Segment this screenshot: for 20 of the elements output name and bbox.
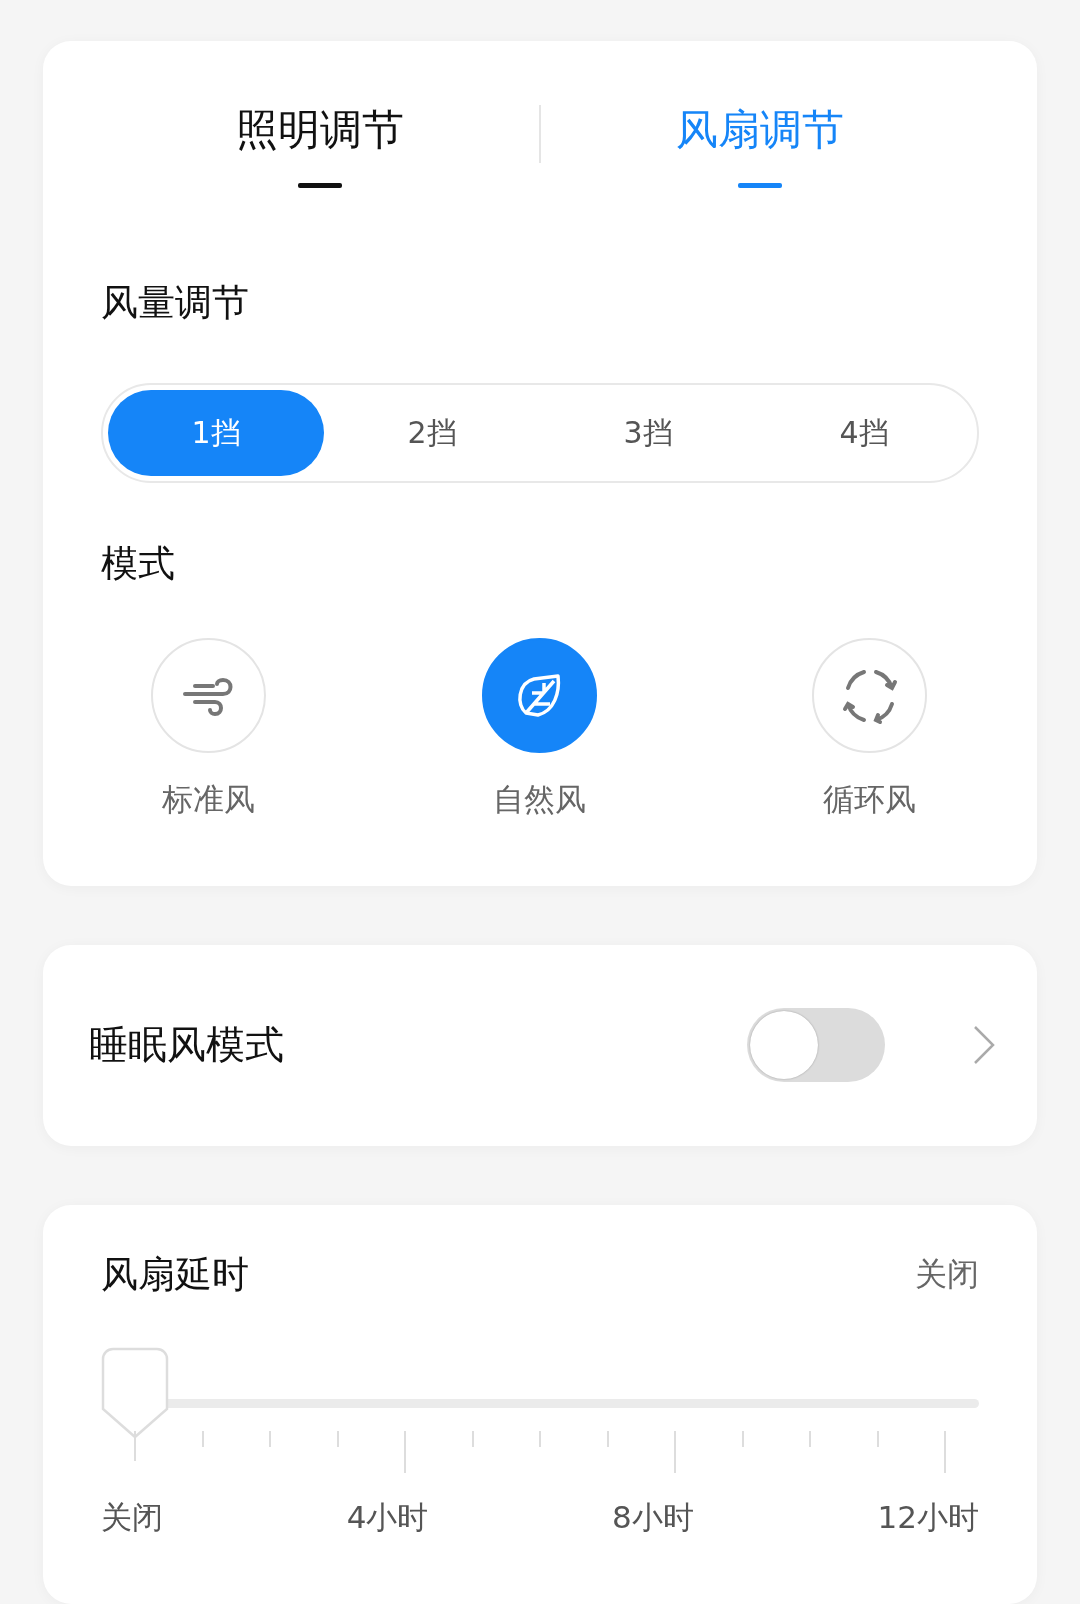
section-title: 风量调节 bbox=[101, 284, 250, 321]
section-title: 风扇延时 bbox=[101, 1256, 249, 1293]
slider-label: 关闭 bbox=[101, 1497, 163, 1537]
delay-value: 关闭 bbox=[915, 1253, 979, 1295]
speed-option[interactable]: 1挡 bbox=[108, 390, 324, 476]
setting-label: 睡眠风模式 bbox=[89, 1021, 285, 1070]
tab[interactable]: 风扇调节 bbox=[541, 79, 979, 188]
mode-label: 标准风 bbox=[162, 780, 255, 819]
mode-label: 自然风 bbox=[492, 780, 586, 819]
slider-handle[interactable] bbox=[101, 1346, 169, 1439]
chevron-right-icon[interactable] bbox=[973, 1025, 995, 1066]
tab[interactable]: 照明调节 bbox=[101, 79, 539, 188]
slider-label: 4小时 bbox=[346, 1497, 429, 1537]
section-title: 模式 bbox=[101, 545, 176, 582]
slider-label: 8小时 bbox=[612, 1497, 694, 1537]
speed-option[interactable]: 4挡 bbox=[756, 390, 972, 476]
mode-label: 循环风 bbox=[823, 780, 916, 819]
slider-label: 12小时 bbox=[877, 1497, 979, 1537]
speed-option[interactable]: 3挡 bbox=[540, 390, 756, 476]
speed-option[interactable]: 2挡 bbox=[324, 390, 540, 476]
